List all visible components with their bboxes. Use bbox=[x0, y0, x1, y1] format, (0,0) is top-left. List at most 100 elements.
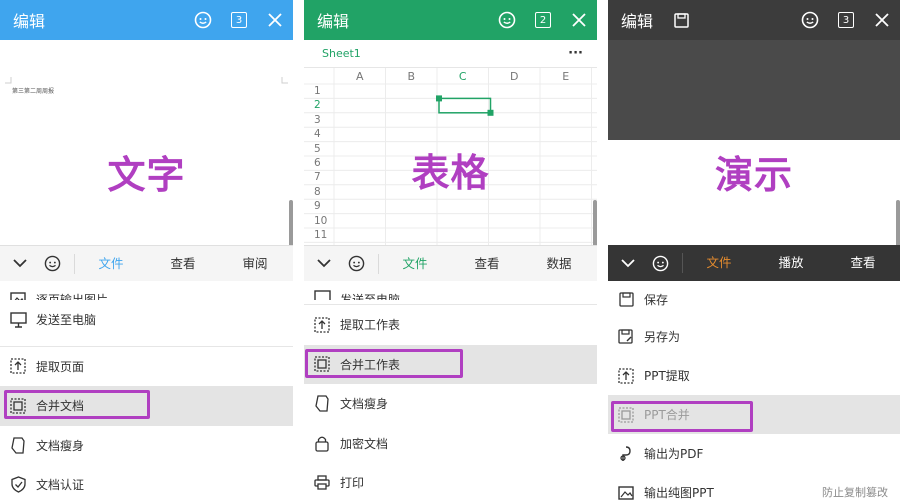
tab-play[interactable]: 播放 bbox=[755, 245, 827, 281]
collapse-chevron-icon[interactable] bbox=[306, 246, 342, 282]
lock-icon bbox=[304, 435, 340, 452]
menu-item-partial[interactable]: 发送至电脑 bbox=[304, 281, 597, 300]
printer-icon bbox=[304, 475, 340, 490]
edit-title: 编辑 bbox=[13, 12, 46, 31]
row-header[interactable]: 11 bbox=[314, 229, 327, 241]
menu-item-save[interactable]: 保存 bbox=[608, 281, 900, 317]
column-header[interactable]: D bbox=[489, 70, 541, 83]
row-header[interactable]: 1 bbox=[314, 85, 321, 97]
slides-tab-bar: 文件 播放 查看 bbox=[608, 245, 900, 281]
window-count-button[interactable]: 3 bbox=[828, 0, 864, 40]
tab-file[interactable]: 文件 bbox=[379, 246, 451, 282]
emoji-face-icon[interactable] bbox=[338, 246, 374, 282]
scroll-handle[interactable] bbox=[896, 200, 900, 248]
emoji-face-icon[interactable] bbox=[642, 245, 678, 281]
column-header[interactable]: E bbox=[540, 70, 592, 83]
emoji-face-icon[interactable] bbox=[185, 0, 221, 40]
emoji-face-icon[interactable] bbox=[792, 0, 828, 40]
tab-data[interactable]: 数据 bbox=[523, 246, 595, 282]
writer-tab-bar: 文件 查看 审阅 bbox=[0, 245, 293, 281]
highlight-box bbox=[611, 401, 753, 432]
row-header[interactable]: 3 bbox=[314, 114, 321, 126]
row-header[interactable]: 9 bbox=[314, 200, 321, 212]
selection-handle[interactable] bbox=[436, 95, 442, 102]
menu-item-export-pdf[interactable]: 输出为PDF bbox=[608, 434, 900, 473]
window-count: 3 bbox=[838, 12, 854, 28]
tab-file[interactable]: 文件 bbox=[75, 246, 147, 282]
menu-item-partial[interactable]: 逐页输出图片 bbox=[0, 281, 293, 300]
sheets-label: 表格 bbox=[411, 151, 490, 195]
panel-gap bbox=[293, 0, 304, 502]
menu-item-extract-sheet[interactable]: 提取工作表 bbox=[304, 305, 597, 345]
save-as-icon bbox=[608, 328, 644, 345]
column-header[interactable]: C bbox=[437, 70, 489, 83]
menu-item-document-certify[interactable]: 文档认证 bbox=[0, 465, 293, 502]
menu-item-slim-document[interactable]: 文档瘦身 bbox=[0, 426, 293, 466]
extract-icon bbox=[608, 367, 644, 384]
row-header[interactable]: 2 bbox=[314, 99, 321, 111]
sheets-tab-bar: 文件 查看 数据 bbox=[304, 245, 597, 281]
emoji-face-icon[interactable] bbox=[34, 246, 70, 282]
menu-item-send-to-pc[interactable]: 发送至电脑 bbox=[0, 300, 293, 340]
slides-canvas: 演示 bbox=[608, 140, 900, 246]
menu-item-print[interactable]: 打印 bbox=[304, 463, 597, 502]
panel-gap bbox=[597, 0, 608, 502]
writer-label: 文字 bbox=[107, 153, 186, 197]
edit-title: 编辑 bbox=[317, 12, 350, 31]
screenshot-root: 编辑 3 第三第二周周报 文字 文件 查看 审阅 逐页输出图片 发送至电脑 提取… bbox=[0, 0, 900, 502]
menu-item-save-as[interactable]: 另存为 bbox=[608, 317, 900, 356]
slides-file-menu: 保存 另存为 PPT提取 PPT合并 输出为PDF 输出纯图PPT bbox=[608, 281, 900, 502]
spreadsheet-grid[interactable]: ABCDE 1 2 3 4 5 6 7 8 9 10 11 表格 bbox=[304, 68, 597, 246]
save-icon[interactable] bbox=[663, 0, 699, 40]
menu-item-ppt-extract[interactable]: PPT提取 bbox=[608, 356, 900, 395]
tab-review[interactable]: 审阅 bbox=[219, 246, 291, 282]
menu-item-slim-document[interactable]: 文档瘦身 bbox=[304, 384, 597, 424]
row-header[interactable]: 10 bbox=[314, 215, 327, 227]
close-icon[interactable] bbox=[561, 0, 597, 40]
row-header[interactable]: 4 bbox=[314, 128, 321, 140]
tab-view[interactable]: 查看 bbox=[827, 245, 899, 281]
edit-title: 编辑 bbox=[621, 12, 654, 31]
sheets-file-menu: 发送至电脑 提取工作表 合并工作表 文档瘦身 加密文档 打印 bbox=[304, 281, 597, 502]
emoji-face-icon[interactable] bbox=[489, 0, 525, 40]
pdf-icon bbox=[608, 445, 644, 462]
page-corner-marks bbox=[5, 77, 288, 84]
writer-panel: 编辑 3 第三第二周周报 文字 文件 查看 审阅 逐页输出图片 发送至电脑 提取… bbox=[0, 0, 293, 502]
tab-file[interactable]: 文件 bbox=[683, 245, 755, 281]
slim-icon bbox=[0, 437, 36, 454]
sheets-panel: 编辑 2 Sheet1 ··· ABCDE 1 2 3 4 5 6 7 8 9 10 11 表格 bbox=[304, 0, 597, 502]
menu-item-extract-pages[interactable]: 提取页面 bbox=[0, 347, 293, 387]
slides-panel: 编辑 3 演示 文件 播放 查看 保存 另存为 PPT提取 PPT合并 输出为P… bbox=[608, 0, 900, 502]
window-count: 2 bbox=[535, 12, 551, 28]
highlight-box bbox=[4, 390, 150, 419]
column-header[interactable]: B bbox=[386, 70, 438, 83]
more-icon[interactable]: ··· bbox=[568, 46, 583, 61]
slim-icon bbox=[304, 395, 340, 412]
image-icon bbox=[0, 292, 36, 300]
collapse-chevron-icon[interactable] bbox=[610, 245, 646, 281]
menu-item-encrypt-document[interactable]: 加密文档 bbox=[304, 424, 597, 464]
monitor-icon bbox=[0, 312, 36, 328]
tab-view[interactable]: 查看 bbox=[147, 246, 219, 282]
extract-icon bbox=[304, 317, 340, 333]
writer-top-bar: 编辑 3 bbox=[0, 0, 293, 40]
column-header[interactable]: A bbox=[334, 70, 386, 83]
selected-cell[interactable] bbox=[438, 97, 492, 114]
save-icon bbox=[608, 291, 644, 307]
collapse-chevron-icon[interactable] bbox=[2, 246, 38, 282]
slides-top-bar: 编辑 3 bbox=[608, 0, 900, 40]
sheets-top-bar: 编辑 2 bbox=[304, 0, 597, 40]
shield-check-icon bbox=[0, 476, 36, 493]
close-icon[interactable] bbox=[257, 0, 293, 40]
window-count-button[interactable]: 3 bbox=[221, 0, 257, 40]
tab-view[interactable]: 查看 bbox=[451, 246, 523, 282]
document-text: 第三第二周周报 bbox=[12, 88, 55, 95]
sheet-tab-sheet1[interactable]: Sheet1 bbox=[322, 47, 361, 60]
watermark-text: 防止复制篡改 bbox=[822, 486, 888, 499]
window-count: 3 bbox=[231, 12, 247, 28]
window-count-button[interactable]: 2 bbox=[525, 0, 561, 40]
image-icon bbox=[608, 485, 644, 500]
selection-handle[interactable] bbox=[487, 109, 494, 116]
close-icon[interactable] bbox=[864, 0, 900, 40]
sheet-tabs-bar: Sheet1 ··· bbox=[304, 40, 597, 68]
